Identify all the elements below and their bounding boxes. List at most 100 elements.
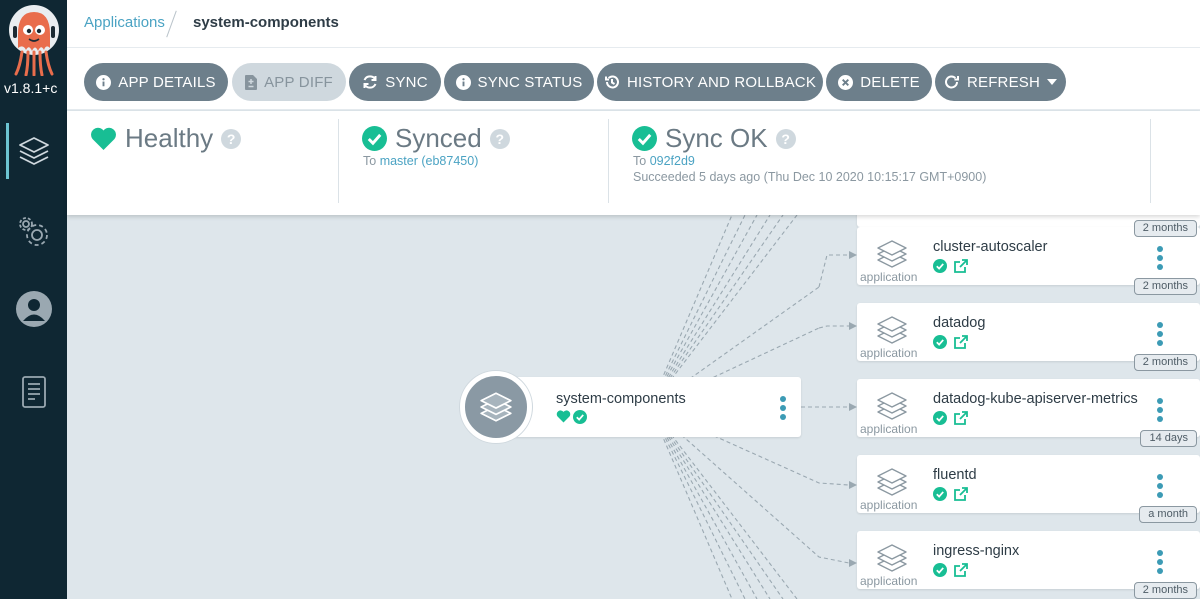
app-status-icons xyxy=(933,562,969,578)
app-card-fluentd[interactable]: application fluentd a month xyxy=(857,455,1200,523)
info-icon xyxy=(455,74,471,90)
history-rollback-button[interactable]: HISTORY AND ROLLBACK xyxy=(597,63,823,101)
app-status-icons xyxy=(933,258,969,274)
argo-logo-icon[interactable] xyxy=(8,4,60,77)
gears-icon xyxy=(18,217,48,246)
check-circle-icon xyxy=(933,487,947,501)
layers-icon xyxy=(877,544,907,572)
operation-revision-prefix: To xyxy=(633,154,647,168)
app-menu-icon[interactable] xyxy=(1157,398,1163,422)
resource-tree-graph: 2 months system-components application c… xyxy=(67,215,1200,599)
refresh-icon xyxy=(944,75,959,89)
app-status-icons xyxy=(933,334,969,350)
sync-help-icon[interactable]: ? xyxy=(489,128,510,149)
breadcrumb-applications-link[interactable]: Applications xyxy=(84,14,165,31)
sidebar: v1.8.1+c xyxy=(0,0,67,599)
external-link-icon[interactable] xyxy=(953,562,969,578)
age-badge: a month xyxy=(1139,506,1197,523)
sync-target-prefix: To xyxy=(363,154,377,168)
age-badge: 2 months xyxy=(1133,582,1197,599)
external-link-icon[interactable] xyxy=(953,410,969,426)
external-link-icon[interactable] xyxy=(953,334,969,350)
file-diff-icon xyxy=(245,74,258,90)
app-details-button[interactable]: APP DETAILS xyxy=(84,63,228,101)
root-application-icon xyxy=(460,371,532,443)
document-icon xyxy=(21,376,46,408)
heart-icon xyxy=(91,127,116,150)
check-circle-icon xyxy=(632,126,657,151)
app-kind-label: application xyxy=(860,346,918,360)
app-kind-label: application xyxy=(860,270,918,284)
sync-title: Synced xyxy=(395,123,482,153)
layers-icon xyxy=(877,240,907,268)
app-diff-button[interactable]: APP DIFF xyxy=(232,63,346,101)
layers-icon xyxy=(480,392,512,422)
breadcrumb-current: system-components xyxy=(193,14,339,31)
age-badge: 2 months xyxy=(1133,220,1197,237)
app-status-icons xyxy=(933,486,969,502)
top-bar: Applications system-components xyxy=(67,0,1200,48)
status-divider xyxy=(608,119,609,203)
app-menu-icon[interactable] xyxy=(1157,550,1163,574)
external-link-icon[interactable] xyxy=(953,486,969,502)
caret-down-icon xyxy=(1047,79,1058,85)
refresh-label: REFRESH xyxy=(966,73,1041,91)
app-name: cluster-autoscaler xyxy=(933,239,1048,255)
root-application-name: system-components xyxy=(556,391,686,407)
user-avatar-icon xyxy=(15,291,52,327)
version-label: v1.8.1+c xyxy=(4,80,58,96)
app-card-partial[interactable]: 2 months xyxy=(857,215,1200,237)
root-application-node[interactable]: system-components xyxy=(497,377,801,437)
app-card-datadog-kube-apiserver-metrics[interactable]: application datadog-kube-apiserver-metri… xyxy=(857,379,1200,447)
status-divider xyxy=(338,119,339,203)
operation-revision: To 092f2d9 xyxy=(633,154,695,168)
app-name: ingress-nginx xyxy=(933,543,1020,559)
sync-icon xyxy=(363,75,377,89)
sync-button[interactable]: SYNC xyxy=(349,63,441,101)
age-badge: 2 months xyxy=(1133,354,1197,371)
operation-revision-link[interactable]: 092f2d9 xyxy=(650,154,695,168)
nav-docs[interactable] xyxy=(0,362,67,422)
refresh-button[interactable]: REFRESH xyxy=(935,63,1066,101)
age-badge: 2 months xyxy=(1133,278,1197,295)
app-card-ingress-nginx[interactable]: application ingress-nginx 2 months xyxy=(857,531,1200,599)
root-menu-icon[interactable] xyxy=(780,396,786,420)
app-menu-icon[interactable] xyxy=(1157,246,1163,270)
check-circle-icon xyxy=(362,126,387,151)
info-icon xyxy=(96,74,112,90)
times-circle-icon xyxy=(838,74,854,90)
check-circle-icon xyxy=(573,410,587,424)
operation-help-icon[interactable]: ? xyxy=(775,128,796,149)
check-circle-icon xyxy=(933,563,947,577)
sync-label: SYNC xyxy=(385,73,428,91)
health-help-icon[interactable]: ? xyxy=(221,128,242,149)
operation-title: Sync OK xyxy=(665,123,768,153)
delete-button[interactable]: DELETE xyxy=(826,63,932,101)
app-status-icons xyxy=(933,410,969,426)
status-panel: Healthy ? Synced ? To master (eb87450) S… xyxy=(67,111,1200,215)
history-icon xyxy=(604,75,619,89)
sync-target-link[interactable]: master (eb87450) xyxy=(380,154,479,168)
app-details-label: APP DETAILS xyxy=(118,73,216,91)
app-kind-label: application xyxy=(860,498,918,512)
app-kind-label: application xyxy=(860,574,918,588)
age-badge: 14 days xyxy=(1140,430,1197,447)
external-link-icon[interactable] xyxy=(953,258,969,274)
nav-user[interactable] xyxy=(0,279,67,339)
health-status: Healthy ? xyxy=(90,123,242,154)
layers-icon xyxy=(18,137,49,165)
root-status-icons xyxy=(556,410,587,424)
nav-applications[interactable] xyxy=(0,121,67,181)
app-card-datadog[interactable]: application datadog 2 months xyxy=(857,303,1200,371)
sync-status: Synced ? xyxy=(362,123,510,154)
check-circle-icon xyxy=(933,411,947,425)
layers-icon xyxy=(877,468,907,496)
app-menu-icon[interactable] xyxy=(1157,322,1163,346)
nav-settings[interactable] xyxy=(0,202,67,262)
delete-label: DELETE xyxy=(860,73,920,91)
history-rollback-label: HISTORY AND ROLLBACK xyxy=(626,73,817,91)
sync-status-button[interactable]: SYNC STATUS xyxy=(444,63,594,101)
health-title: Healthy xyxy=(125,123,214,153)
layers-icon xyxy=(877,316,907,344)
app-menu-icon[interactable] xyxy=(1157,474,1163,498)
